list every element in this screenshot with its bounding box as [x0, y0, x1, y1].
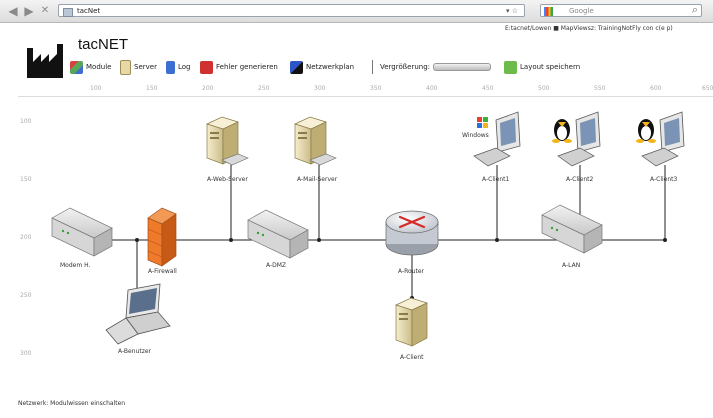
- router-label: A-Router: [398, 268, 425, 275]
- laptop-label: A-Benutzer: [118, 348, 151, 355]
- linux-client-1-label: A-Client2: [566, 176, 594, 183]
- intranet-server-icon[interactable]: [395, 297, 428, 347]
- linux-client-1-icon[interactable]: [552, 111, 601, 167]
- windows-client-icon[interactable]: [473, 111, 521, 167]
- windows-logo-text: Windows: [462, 132, 489, 139]
- firewall-label: A-Firewall: [148, 268, 177, 275]
- web-server-icon[interactable]: [206, 116, 249, 166]
- intranet-server-label: A-Client: [400, 354, 424, 361]
- mail-server-icon[interactable]: [294, 116, 337, 166]
- dmz-switch-icon[interactable]: [247, 209, 309, 259]
- status-bar-text: Netzwerk: Modulwissen einschalten: [18, 400, 126, 407]
- modem-label: Modem H.: [60, 262, 91, 269]
- network-diagram: [51, 111, 685, 347]
- dmz-switch-label: A-DMZ: [266, 262, 287, 269]
- linux-client-2-icon[interactable]: [636, 111, 685, 167]
- mail-server-label: A-Mail-Server: [297, 176, 338, 183]
- lan-switch-icon[interactable]: [541, 204, 603, 254]
- firewall-icon[interactable]: [147, 207, 177, 267]
- web-server-label: A-Web-Server: [207, 176, 248, 183]
- router-icon[interactable]: [385, 210, 439, 256]
- windows-client-label: A-Client1: [482, 176, 510, 183]
- lan-switch-label: A-LAN: [562, 262, 581, 269]
- laptop-icon[interactable]: [105, 283, 171, 345]
- modem-icon[interactable]: [51, 207, 113, 257]
- linux-client-2-label: A-Client3: [650, 176, 678, 183]
